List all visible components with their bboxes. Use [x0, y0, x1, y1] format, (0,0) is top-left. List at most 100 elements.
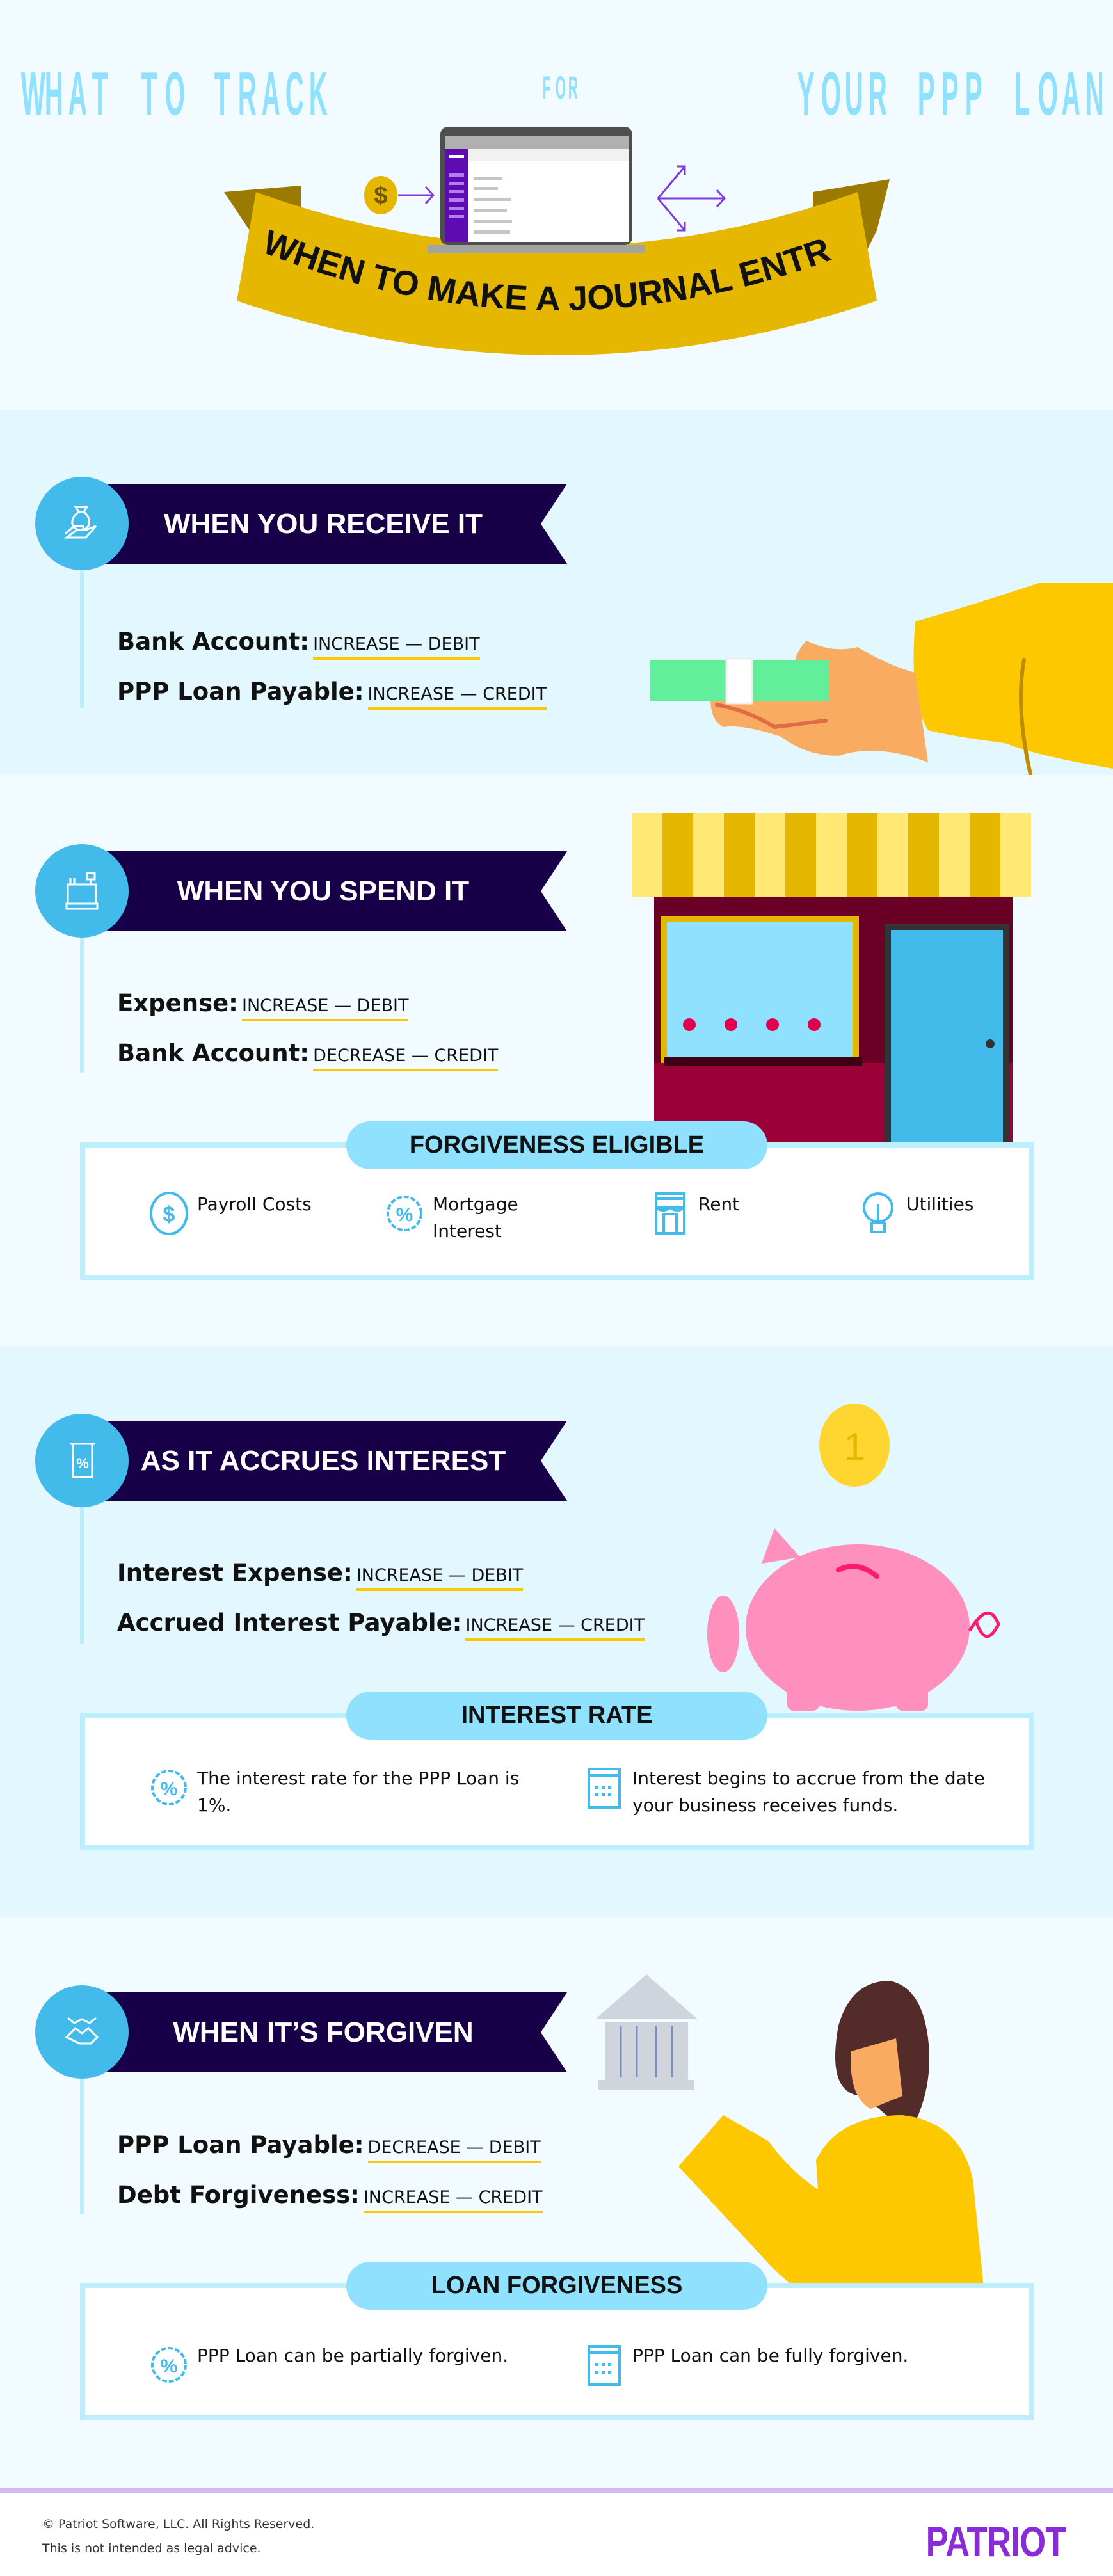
branching-arrows-icon [657, 165, 726, 232]
item-label: PPP Loan can be partially forgiven. [197, 2345, 509, 2366]
awning-stripe [847, 813, 877, 897]
item-label: Payroll Costs [197, 1194, 312, 1215]
timeline-line [80, 567, 84, 708]
item-label: PPP Loan can be fully forgiven. [632, 2345, 909, 2366]
item-label: Interest begins to accrue from the date … [632, 1768, 985, 1816]
account-name: Expense: [117, 989, 238, 1017]
info-box-title: FORGIVENESS ELIGIBLE [346, 1121, 767, 1169]
account-name: Debt Forgiveness: [117, 2181, 360, 2209]
awning-stripe [785, 813, 816, 897]
cash-register-icon [35, 844, 129, 938]
percent-badge-icon: % [151, 2347, 187, 2383]
title-letter [116, 65, 127, 123]
journal-entry: Bank Account: DECREASE — CREDIT [117, 1039, 499, 1071]
journal-entry: Bank Account: INCREASE — DEBIT [117, 628, 480, 660]
percent-document-icon: % [35, 1414, 129, 1507]
title-letter: P [941, 60, 959, 128]
svg-text:%: % [396, 1204, 413, 1226]
list-item: % PPP Loan can be partially forgiven. [148, 2342, 508, 2387]
title-letter: O [164, 60, 186, 128]
journal-entry: PPP Loan Payable: INCREASE — CREDIT [117, 678, 547, 710]
header: WHAT TO TRACK FOR YOUR PPP LOAN WHEN TO … [0, 0, 1113, 410]
entry-value: INCREASE — DEBIT [356, 1565, 524, 1591]
awning-stripe [970, 813, 1000, 897]
journal-entry: PPP Loan Payable: DECREASE — DEBIT [117, 2131, 541, 2163]
svg-text:1: 1 [844, 1425, 865, 1468]
account-name: PPP Loan Payable: [117, 2131, 364, 2159]
money-bag-hand-icon [35, 477, 129, 570]
section-banner: WHEN YOU RECEIVE IT [106, 484, 567, 564]
awning-stripe [939, 813, 970, 897]
journal-entry: Debt Forgiveness: INCREASE — CREDIT [117, 2181, 543, 2213]
svg-text:%: % [76, 1455, 89, 1471]
entry-value: INCREASE — CREDIT [363, 2188, 543, 2213]
footer: © Patriot Software, LLC. All Rights Rese… [0, 2488, 1113, 2576]
entry-value: INCREASE — DEBIT [313, 634, 480, 660]
section-accrues-interest: AS IT ACCRUES INTEREST % Interest Expens… [0, 1346, 1113, 1917]
title-letter: F [542, 70, 551, 106]
journal-entry: Interest Expense: INCREASE — DEBIT [117, 1559, 524, 1591]
title-letter: A [1061, 60, 1080, 128]
entry-value: DECREASE — CREDIT [313, 1046, 499, 1071]
list-item: $ Payroll Costs [148, 1191, 312, 1236]
title-letter: H [44, 60, 63, 128]
timeline-line [80, 932, 84, 1073]
title-letter: O [555, 70, 566, 106]
list-item: % The interest rate for the PPP Loan is … [148, 1765, 545, 1819]
title-letter [989, 65, 1000, 123]
item-label: Rent [698, 1194, 740, 1215]
patriot-logo[interactable]: PATRIOT [926, 2517, 1066, 2566]
title-letter [893, 65, 904, 123]
title-letter: R [568, 70, 578, 106]
calendar-icon [588, 2345, 621, 2386]
account-name: Interest Expense: [117, 1559, 353, 1587]
item-label: Mortgage Interest [433, 1194, 518, 1242]
copyright-text: © Patriot Software, LLC. All Rights Rese… [42, 2517, 315, 2531]
awning-stripe [632, 813, 662, 897]
title-letter: L [1014, 60, 1030, 128]
section-spend: WHEN YOU SPEND IT Expense: INCREASE — DEB… [0, 775, 1113, 1346]
piggy-bank-illustration: 1 [707, 1404, 1000, 1711]
title-letter: Y [797, 60, 815, 128]
title-letter: A [261, 60, 280, 128]
section-receive: WHEN YOU RECEIVE IT Bank Account: INCREAS… [0, 410, 1113, 775]
svg-text:%: % [161, 1779, 178, 1800]
hand-with-cash-illustration [650, 583, 1113, 775]
title-letter: R [237, 60, 257, 128]
awning-stripe [693, 813, 724, 897]
title-letter: R [868, 60, 887, 128]
timeline-line [80, 1503, 84, 1644]
title-letter: T [141, 60, 157, 128]
laptop-icon [428, 127, 645, 253]
section-banner: WHEN YOU SPEND IT [106, 851, 567, 931]
info-box-title: LOAN FORGIVENESS [346, 2262, 767, 2310]
title-letter: P [965, 60, 982, 128]
entry-value: INCREASE — CREDIT [465, 1615, 645, 1641]
entry-value: INCREASE — CREDIT [367, 684, 547, 710]
awning-stripe [908, 813, 939, 897]
account-name: PPP Loan Payable: [117, 678, 364, 705]
awning-stripe [816, 813, 847, 897]
title-letter: C [285, 60, 304, 128]
storefront-illustration [632, 813, 1031, 1146]
title-small: FOR [539, 59, 578, 116]
svg-text:$: $ [163, 1203, 175, 1227]
title-letter: N [1085, 60, 1104, 128]
awning-stripe [755, 813, 785, 897]
section-forgiven: WHEN IT’S FORGIVEN PPP Loan Payable: DECR… [0, 1917, 1113, 2488]
title-letter: O [1037, 60, 1059, 128]
list-item: Utilities [858, 1191, 973, 1236]
account-name: Bank Account: [117, 628, 310, 655]
percent-badge-icon: % [151, 1770, 187, 1805]
handshake-icon [35, 1985, 129, 2079]
info-box-title: INTEREST RATE [346, 1692, 767, 1740]
entry-value: DECREASE — DEBIT [367, 2138, 541, 2163]
awning-stripe [877, 813, 908, 897]
title-letter [189, 65, 200, 123]
awning-stripe [662, 813, 693, 897]
list-item: Rent [650, 1191, 739, 1236]
item-label: Utilities [906, 1194, 974, 1215]
timeline-line [80, 2074, 84, 2214]
journal-entry: Expense: INCREASE — DEBIT [117, 989, 409, 1021]
section-banner: WHEN IT’S FORGIVEN [106, 1992, 567, 2072]
